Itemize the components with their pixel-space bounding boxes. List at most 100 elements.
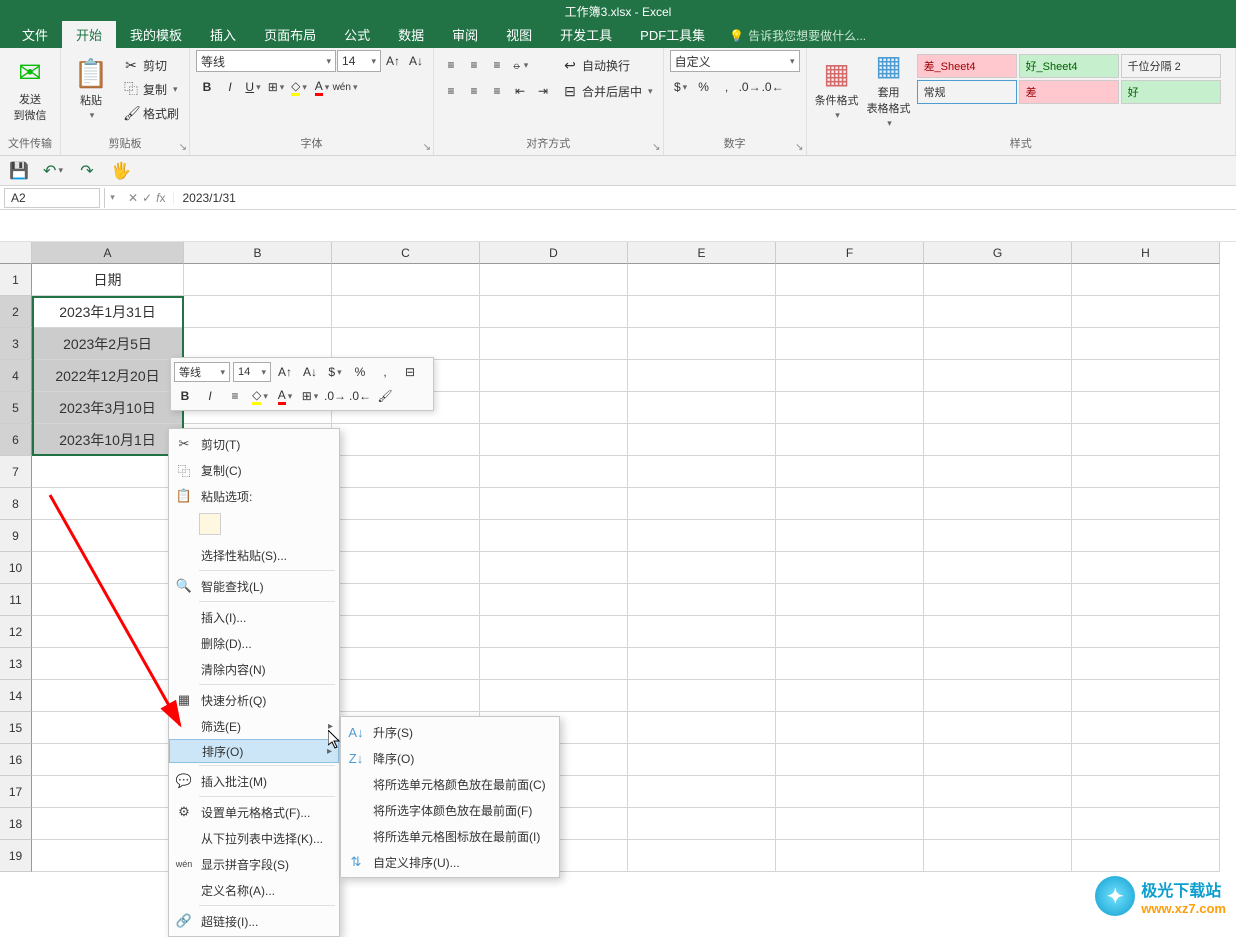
row-head-16[interactable]: 16 (0, 744, 32, 776)
cell-E10[interactable] (628, 552, 776, 584)
comma-button[interactable]: , (716, 76, 738, 98)
row-head-5[interactable]: 5 (0, 392, 32, 424)
cell-D5[interactable] (480, 392, 628, 424)
col-head-H[interactable]: H (1072, 242, 1220, 264)
mini-increase-font[interactable]: A↑ (274, 361, 296, 383)
increase-font-button[interactable]: A↑ (382, 50, 404, 72)
ctx-show-pinyin[interactable]: wén显示拼音字段(S) (169, 851, 339, 877)
cell-F16[interactable] (776, 744, 924, 776)
underline-button[interactable]: U▾ (242, 76, 264, 98)
orientation-button[interactable]: ⦵▾ (509, 54, 531, 76)
cell-D2[interactable] (480, 296, 628, 328)
row-head-12[interactable]: 12 (0, 616, 32, 648)
cell-F6[interactable] (776, 424, 924, 456)
cell-G16[interactable] (924, 744, 1072, 776)
cell-D13[interactable] (480, 648, 628, 680)
fx-button[interactable]: fx (156, 191, 165, 205)
tab-my-templates[interactable]: 我的模板 (116, 21, 196, 48)
font-size-combo[interactable]: 14▾ (337, 50, 381, 72)
cell-G10[interactable] (924, 552, 1072, 584)
format-painter-button[interactable]: 🖌格式刷 (119, 102, 183, 124)
decrease-indent-button[interactable]: ⇤ (509, 80, 531, 102)
cell-B3[interactable] (184, 328, 332, 360)
ctx-filter[interactable]: 筛选(E)▸ (169, 713, 339, 739)
cell-A9[interactable] (32, 520, 184, 552)
mini-accounting[interactable]: $▾ (324, 361, 346, 383)
cell-E16[interactable] (628, 744, 776, 776)
cell-E3[interactable] (628, 328, 776, 360)
cell-H9[interactable] (1072, 520, 1220, 552)
send-to-wechat-button[interactable]: ✉ 发送 到微信 (6, 54, 54, 124)
decrease-font-button[interactable]: A↓ (405, 50, 427, 72)
cell-A19[interactable] (32, 840, 184, 872)
tab-data[interactable]: 数据 (384, 21, 438, 48)
mini-border[interactable]: ⊞▾ (299, 385, 321, 407)
tab-developer[interactable]: 开发工具 (546, 21, 626, 48)
cell-C7[interactable] (332, 456, 480, 488)
align-dialog-launcher[interactable]: ↘ (652, 142, 660, 153)
cell-A3[interactable]: 2023年2月5日 (32, 328, 184, 360)
clipboard-dialog-launcher[interactable]: ↘ (179, 142, 187, 153)
cell-D14[interactable] (480, 680, 628, 712)
cell-B1[interactable] (184, 264, 332, 296)
fill-color-button[interactable]: ◇▾ (288, 76, 310, 98)
cell-A4[interactable]: 2022年12月20日 (32, 360, 184, 392)
ctx-quick-analysis[interactable]: ▦快速分析(Q) (169, 687, 339, 713)
number-dialog-launcher[interactable]: ↘ (795, 142, 803, 153)
sort-by-cell-color[interactable]: 将所选单元格颜色放在最前面(C) (341, 771, 559, 797)
increase-decimal-button[interactable]: .0→ (739, 76, 761, 98)
cell-D7[interactable] (480, 456, 628, 488)
mini-format-painter[interactable]: 🖌 (374, 385, 396, 407)
tab-formulas[interactable]: 公式 (330, 21, 384, 48)
paste-button[interactable]: 📋 粘贴 ▾ (67, 54, 115, 124)
cell-C8[interactable] (332, 488, 480, 520)
style-good[interactable]: 好_Sheet4 (1019, 54, 1119, 78)
ctx-format-cells[interactable]: ⚙设置单元格格式(F)... (169, 799, 339, 825)
cell-H15[interactable] (1072, 712, 1220, 744)
cell-A14[interactable] (32, 680, 184, 712)
name-box-dropdown[interactable]: ▾ (104, 188, 120, 208)
merge-center-button[interactable]: ⊟合并后居中▾ (558, 80, 657, 102)
row-head-3[interactable]: 3 (0, 328, 32, 360)
cell-E2[interactable] (628, 296, 776, 328)
cell-A15[interactable] (32, 712, 184, 744)
cell-E8[interactable] (628, 488, 776, 520)
row-head-15[interactable]: 15 (0, 712, 32, 744)
pinyin-button[interactable]: wén▾ (334, 76, 356, 98)
cell-G6[interactable] (924, 424, 1072, 456)
font-name-combo[interactable]: 等线▾ (196, 50, 336, 72)
cell-B2[interactable] (184, 296, 332, 328)
cell-F18[interactable] (776, 808, 924, 840)
mini-percent[interactable]: % (349, 361, 371, 383)
number-format-combo[interactable]: 自定义▾ (670, 50, 800, 72)
cell-D10[interactable] (480, 552, 628, 584)
cell-E14[interactable] (628, 680, 776, 712)
cell-A7[interactable] (32, 456, 184, 488)
cell-F12[interactable] (776, 616, 924, 648)
row-head-4[interactable]: 4 (0, 360, 32, 392)
sort-custom[interactable]: ⇅自定义排序(U)... (341, 849, 559, 875)
row-head-19[interactable]: 19 (0, 840, 32, 872)
col-head-F[interactable]: F (776, 242, 924, 264)
cell-G18[interactable] (924, 808, 1072, 840)
cell-G9[interactable] (924, 520, 1072, 552)
cell-H19[interactable] (1072, 840, 1220, 872)
col-head-B[interactable]: B (184, 242, 332, 264)
ctx-pick-from-list[interactable]: 从下拉列表中选择(K)... (169, 825, 339, 851)
ctx-smart-lookup[interactable]: 🔍智能查找(L) (169, 573, 339, 599)
row-head-2[interactable]: 2 (0, 296, 32, 328)
cell-H17[interactable] (1072, 776, 1220, 808)
row-head-10[interactable]: 10 (0, 552, 32, 584)
cell-F5[interactable] (776, 392, 924, 424)
cell-E19[interactable] (628, 840, 776, 872)
mini-merge[interactable]: ⊟ (399, 361, 421, 383)
row-head-18[interactable]: 18 (0, 808, 32, 840)
mini-italic[interactable]: I (199, 385, 221, 407)
tab-view[interactable]: 视图 (492, 21, 546, 48)
mini-comma[interactable]: , (374, 361, 396, 383)
cell-E12[interactable] (628, 616, 776, 648)
cell-H3[interactable] (1072, 328, 1220, 360)
ctx-paste-special[interactable]: 选择性粘贴(S)... (169, 542, 339, 568)
style-good2[interactable]: 好 (1121, 80, 1221, 104)
cell-A12[interactable] (32, 616, 184, 648)
